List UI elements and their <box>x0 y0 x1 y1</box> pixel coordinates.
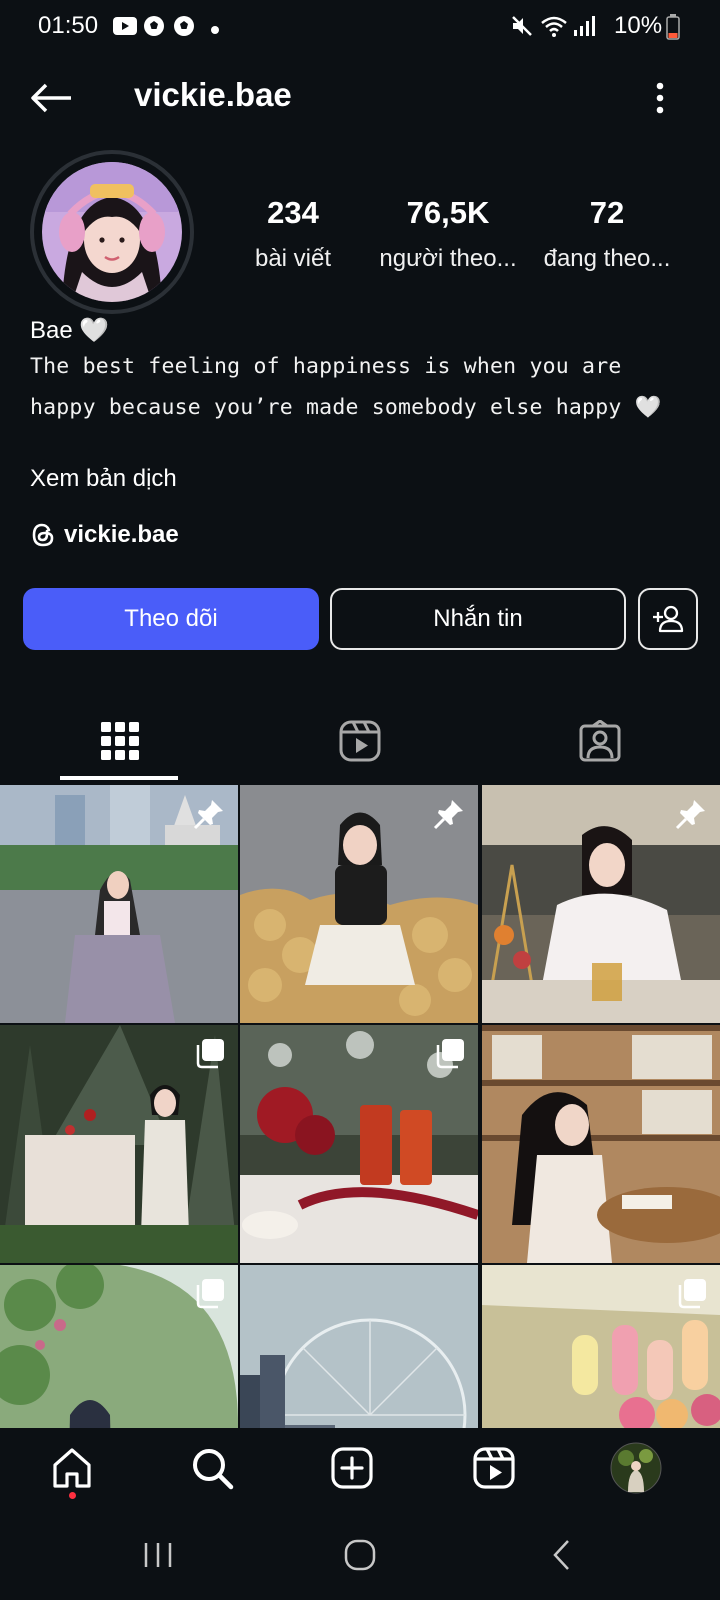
recent-apps-icon <box>144 1543 172 1567</box>
signal-icon <box>572 14 596 43</box>
see-translation-link[interactable]: Xem bản dịch <box>30 465 177 493</box>
post-thumbnail[interactable] <box>482 785 720 1023</box>
back-button[interactable] <box>24 74 80 122</box>
tagged-icon <box>579 720 621 762</box>
home-circle-icon <box>344 1539 376 1571</box>
back-arrow-icon <box>31 83 71 113</box>
profile-tabs <box>0 700 720 782</box>
nav-home[interactable] <box>42 1438 102 1498</box>
profile-avatar[interactable] <box>30 150 194 314</box>
post-thumbnail[interactable] <box>240 1025 478 1263</box>
chevron-left-icon <box>553 1540 569 1570</box>
create-icon <box>331 1447 373 1489</box>
carousel-icon <box>676 1277 708 1314</box>
grid-icon <box>101 722 139 760</box>
avatar-photo <box>42 162 182 302</box>
stat-followers[interactable]: 76,5K người theo... <box>373 195 523 273</box>
mute-icon <box>510 14 534 43</box>
reels-icon <box>339 720 381 762</box>
post-thumbnail[interactable] <box>0 1265 238 1430</box>
stat-posts-count: 234 <box>267 195 319 230</box>
recent-apps-button[interactable] <box>128 1530 188 1580</box>
posts-grid <box>0 785 720 1430</box>
post-thumbnail[interactable] <box>240 785 478 1023</box>
reels-icon <box>473 1447 515 1489</box>
youtube-icon <box>112 14 138 43</box>
post-thumbnail[interactable] <box>482 1025 720 1263</box>
profile-username-title: vickie.bae <box>134 76 292 113</box>
threads-link[interactable]: vickie.bae <box>30 520 179 550</box>
add-person-icon <box>653 605 684 633</box>
wifi-icon <box>540 14 568 43</box>
pin-icon <box>432 797 466 836</box>
system-navigation-bar <box>0 1510 720 1600</box>
nav-reels[interactable] <box>464 1438 524 1498</box>
carousel-icon <box>194 1037 226 1074</box>
more-vertical-icon <box>656 82 664 114</box>
status-time: 01:50 <box>38 12 99 39</box>
bio-text: The best feeling of happiness is when yo… <box>30 354 662 420</box>
follow-button[interactable]: Theo dõi <box>23 588 319 650</box>
tab-tagged[interactable] <box>480 700 720 782</box>
nav-create[interactable] <box>322 1438 382 1498</box>
notification-dot <box>69 1492 76 1499</box>
search-icon <box>193 1449 234 1490</box>
threads-icon <box>32 523 54 547</box>
battery-percent: 10% <box>614 12 663 39</box>
stat-following[interactable]: 72 đang theo... <box>532 195 682 273</box>
stat-posts-label: bài viết <box>254 245 332 272</box>
display-name: Bae 🤍 <box>30 317 110 344</box>
profile-avatar <box>610 1442 662 1494</box>
home-button[interactable] <box>330 1530 390 1580</box>
stat-followers-count: 76,5K <box>406 195 490 230</box>
system-back-button[interactable] <box>532 1530 592 1580</box>
pin-icon <box>674 797 708 836</box>
bottom-navigation <box>0 1428 720 1510</box>
post-thumbnail[interactable] <box>240 1265 478 1430</box>
post-thumbnail[interactable] <box>0 1025 238 1263</box>
suggested-users-button[interactable] <box>638 588 698 650</box>
status-bar: 01:50 10% <box>0 0 720 54</box>
post-thumbnail[interactable] <box>0 785 238 1023</box>
pin-icon <box>192 797 226 836</box>
profile-header: vickie.bae <box>0 62 720 132</box>
carousel-icon <box>194 1277 226 1314</box>
soccer-icon <box>172 14 196 43</box>
stat-followers-label: người theo... <box>379 245 517 272</box>
active-tab-indicator <box>60 776 178 780</box>
stat-following-label: đang theo... <box>543 245 671 272</box>
dot-icon <box>210 22 220 40</box>
home-icon <box>53 1448 91 1488</box>
more-options-button[interactable] <box>640 74 680 122</box>
post-thumbnail[interactable] <box>482 1265 720 1430</box>
battery-low-icon <box>666 14 680 45</box>
message-button[interactable]: Nhắn tin <box>330 588 626 650</box>
stat-posts[interactable]: 234 bài viết <box>218 195 368 273</box>
tab-posts-grid[interactable] <box>0 700 240 782</box>
nav-search[interactable] <box>182 1438 242 1498</box>
tab-reels[interactable] <box>240 700 480 782</box>
carousel-icon <box>434 1037 466 1074</box>
nav-profile[interactable] <box>606 1438 666 1498</box>
stat-following-count: 72 <box>589 195 625 230</box>
soccer-icon <box>142 14 166 43</box>
threads-handle: vickie.bae <box>64 521 179 548</box>
